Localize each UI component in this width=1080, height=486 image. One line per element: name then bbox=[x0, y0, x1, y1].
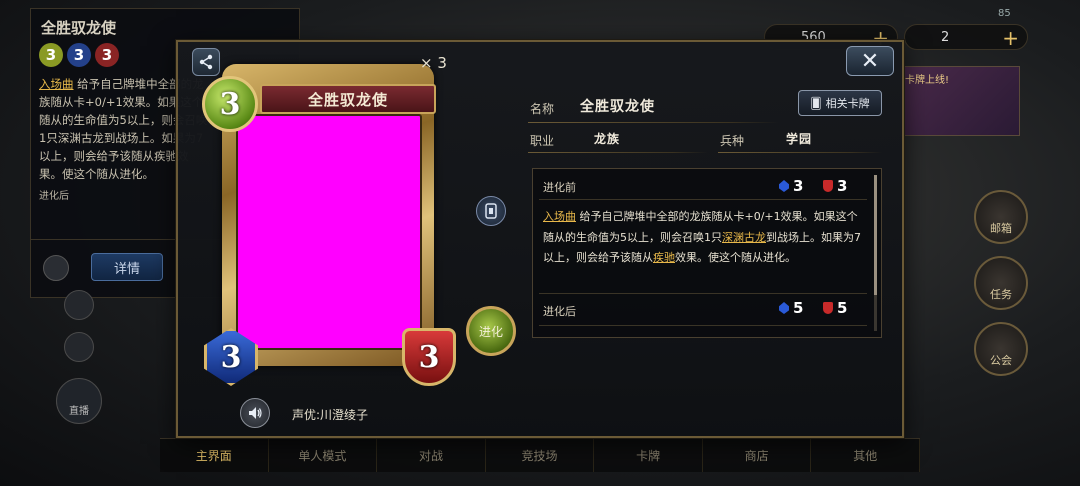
nav-item-other[interactable]: 其他 bbox=[811, 439, 921, 472]
after-defense: 5 bbox=[823, 299, 847, 317]
after-evolve-label: 进化后 bbox=[543, 305, 576, 318]
defense-icon bbox=[823, 180, 833, 192]
effect-divider-top bbox=[539, 199, 867, 200]
nav-item-shop[interactable]: 商店 bbox=[703, 439, 812, 472]
attack-icon bbox=[779, 180, 789, 192]
card-flip-icon bbox=[485, 203, 497, 219]
background-currency-2-value: 2 bbox=[941, 29, 950, 45]
background-evolve-label: 进化后 bbox=[39, 191, 69, 202]
background-card-title: 全胜驭龙使 bbox=[41, 19, 117, 37]
card-detail-modal: ✕ 全胜驭龙使 3 3 3 × 3 声优:川澄绫子 进化 名称 全胜驭龙使 🂠 … bbox=[176, 40, 904, 438]
before-attack-value: 3 bbox=[793, 177, 804, 195]
background-currency-2[interactable]: 2 + bbox=[904, 24, 1028, 50]
after-defense-value: 5 bbox=[837, 299, 848, 317]
nav-item-solo[interactable]: 单人模式 bbox=[269, 439, 378, 472]
class-value: 龙族 bbox=[594, 132, 621, 146]
card-count: × 3 bbox=[420, 54, 447, 72]
nav-item-cards[interactable]: 卡牌 bbox=[594, 439, 703, 472]
trait-value: 学园 bbox=[786, 132, 813, 146]
trait-label: 兵种 bbox=[720, 134, 745, 148]
effect-divider-bottom bbox=[539, 325, 867, 326]
background-add-currency-2-icon[interactable]: + bbox=[1002, 26, 1019, 50]
card-cost-gem: 3 bbox=[202, 76, 258, 132]
background-guild-button[interactable]: 公会 bbox=[974, 322, 1028, 376]
effect-text: 入场曲 给予自己牌堆中全部的龙族随从卡+0/+1效果。如果这个随从的生命值为5以… bbox=[543, 207, 865, 269]
background-speaker-icon[interactable] bbox=[43, 255, 69, 281]
card-defense-gem: 3 bbox=[402, 328, 456, 386]
related-cards-label: 相关卡牌 bbox=[825, 97, 870, 110]
effect-divider-mid bbox=[539, 293, 867, 294]
attack-icon bbox=[779, 302, 789, 314]
background-banner-text: 卡牌上线! bbox=[905, 75, 950, 86]
background-bottom-nav: 主界面 单人模式 对战 竞技场 卡牌 商店 其他 bbox=[160, 438, 921, 472]
before-attack: 3 bbox=[779, 177, 803, 195]
card-name: 全胜驭龙使 bbox=[260, 84, 436, 114]
background-cost-row: 3 3 3 bbox=[39, 43, 119, 67]
effect-scrollbar-thumb[interactable] bbox=[874, 175, 877, 295]
background-expand-icon[interactable] bbox=[64, 332, 94, 362]
keyword-abyss-dragon[interactable]: 深渊古龙 bbox=[722, 231, 766, 244]
before-evolve-label: 进化前 bbox=[543, 181, 576, 194]
card-art bbox=[236, 114, 422, 350]
evolve-button[interactable]: 进化 bbox=[466, 306, 516, 356]
background-cost-green: 3 bbox=[39, 43, 63, 67]
before-defense-value: 3 bbox=[837, 177, 848, 195]
voice-actor: 声优:川澄绫子 bbox=[292, 408, 369, 422]
close-button[interactable]: ✕ bbox=[846, 46, 894, 76]
background-mailbox-button[interactable]: 邮箱 bbox=[974, 190, 1028, 244]
class-label: 职业 bbox=[530, 134, 555, 148]
cards-icon: 🂠 bbox=[810, 96, 822, 110]
background-live-button[interactable]: 直播 bbox=[56, 378, 102, 424]
speaker-icon bbox=[249, 407, 262, 419]
background-detail-button[interactable]: 详情 bbox=[91, 253, 163, 281]
related-cards-button[interactable]: 🂠 相关卡牌 bbox=[798, 90, 882, 116]
name-underline bbox=[528, 122, 778, 123]
nav-item-battle[interactable]: 对战 bbox=[377, 439, 486, 472]
background-event-banner[interactable]: 卡牌上线! bbox=[900, 66, 1020, 136]
card-flip-button[interactable] bbox=[476, 196, 506, 226]
background-map-icon[interactable] bbox=[64, 290, 94, 320]
defense-icon bbox=[823, 302, 833, 314]
before-defense: 3 bbox=[823, 177, 847, 195]
card-preview: 全胜驭龙使 3 3 3 bbox=[202, 58, 456, 386]
effect-part-3: 效果。使这个随从进化。 bbox=[675, 251, 796, 264]
effect-box[interactable]: 进化前 3 3 入场曲 给予自己牌堆中全部的龙族随从卡+0/+1效果。如果这个随… bbox=[532, 168, 882, 338]
after-attack-value: 5 bbox=[793, 299, 804, 317]
background-keyword: 入场曲 bbox=[39, 77, 74, 91]
background-cost-red: 3 bbox=[95, 43, 119, 67]
keyword-storm[interactable]: 疾驰 bbox=[653, 251, 675, 264]
background-quest-button[interactable]: 任务 bbox=[974, 256, 1028, 310]
nav-item-home[interactable]: 主界面 bbox=[160, 439, 269, 472]
trait-underline bbox=[718, 152, 882, 153]
nav-item-arena[interactable]: 竞技场 bbox=[486, 439, 595, 472]
keyword-fanfare[interactable]: 入场曲 bbox=[543, 210, 576, 223]
close-icon: ✕ bbox=[860, 48, 880, 74]
name-label: 名称 bbox=[530, 102, 555, 116]
voice-button[interactable] bbox=[240, 398, 270, 428]
background-cost-blue: 3 bbox=[67, 43, 91, 67]
name-value: 全胜驭龙使 bbox=[580, 99, 655, 115]
effect-scrollbar[interactable] bbox=[874, 175, 877, 331]
background-battery-indicator: 85 bbox=[998, 8, 1011, 19]
class-underline bbox=[528, 152, 708, 153]
after-attack: 5 bbox=[779, 299, 803, 317]
